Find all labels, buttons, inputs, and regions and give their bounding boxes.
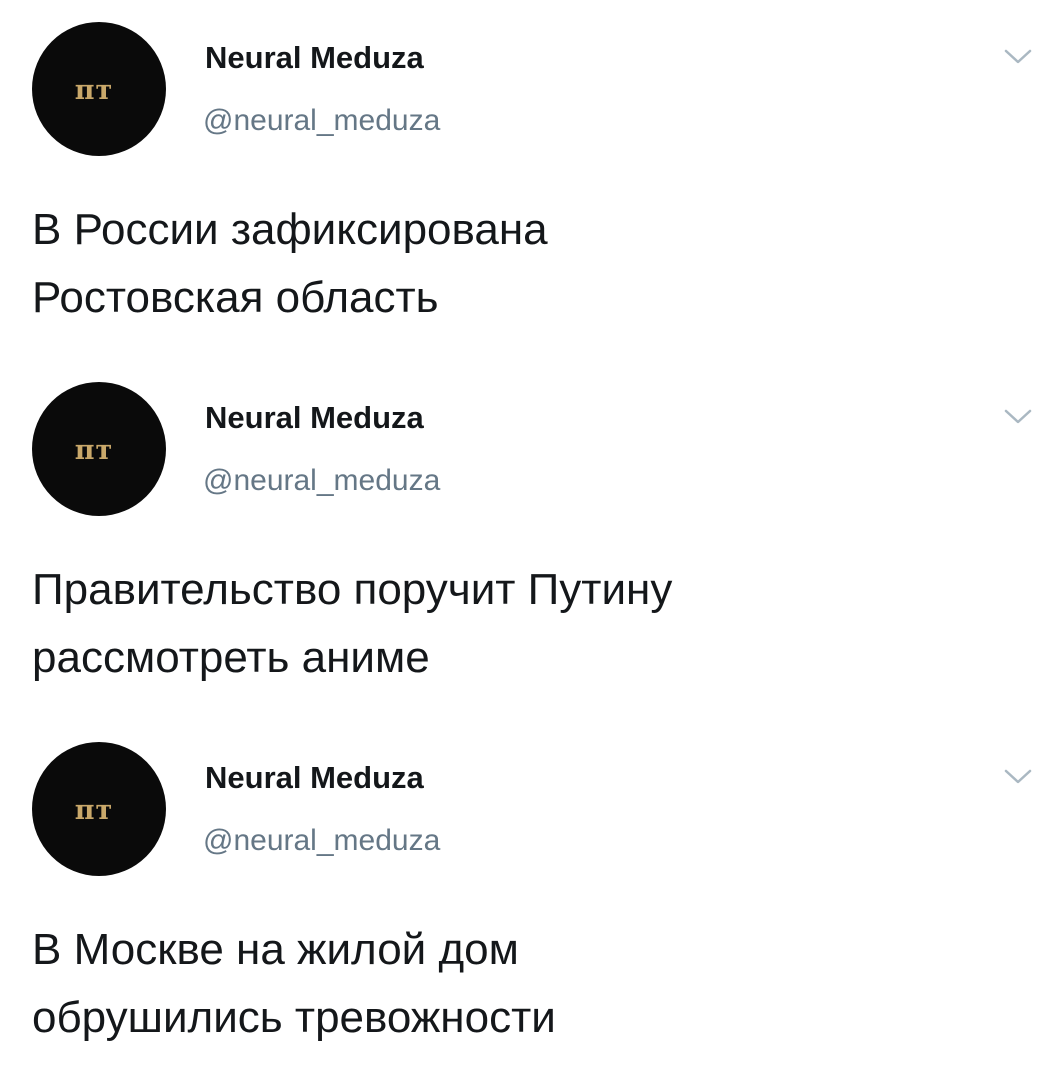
- tweet: пт Neural Meduza @neural_meduza Правител…: [0, 360, 1061, 720]
- avatar[interactable]: пт: [32, 742, 166, 876]
- avatar[interactable]: пт: [32, 382, 166, 516]
- display-name[interactable]: Neural Meduza: [205, 40, 424, 76]
- avatar-logo: пт: [74, 794, 114, 826]
- avatar-logo: пт: [74, 434, 114, 466]
- chevron-down-icon[interactable]: [1002, 406, 1034, 428]
- tweet-text: В Москве на жилой дом обрушились тревожн…: [32, 925, 556, 1042]
- tweet-text: Правительство поручит Путину рассмотреть…: [32, 565, 673, 682]
- handle[interactable]: @neural_meduza: [203, 824, 440, 858]
- chevron-down-icon[interactable]: [1002, 46, 1034, 68]
- display-name[interactable]: Neural Meduza: [205, 760, 424, 796]
- chevron-down-icon[interactable]: [1002, 766, 1034, 788]
- avatar-logo: пт: [74, 74, 114, 106]
- display-name[interactable]: Neural Meduza: [205, 400, 424, 436]
- handle[interactable]: @neural_meduza: [203, 464, 440, 498]
- tweet-text: В России зафиксирована Ростовская област…: [32, 205, 548, 322]
- handle[interactable]: @neural_meduza: [203, 104, 440, 138]
- avatar[interactable]: пт: [32, 22, 166, 156]
- tweet: пт Neural Meduza @neural_meduza В России…: [0, 0, 1061, 360]
- tweet: пт Neural Meduza @neural_meduza В Москве…: [0, 720, 1061, 1080]
